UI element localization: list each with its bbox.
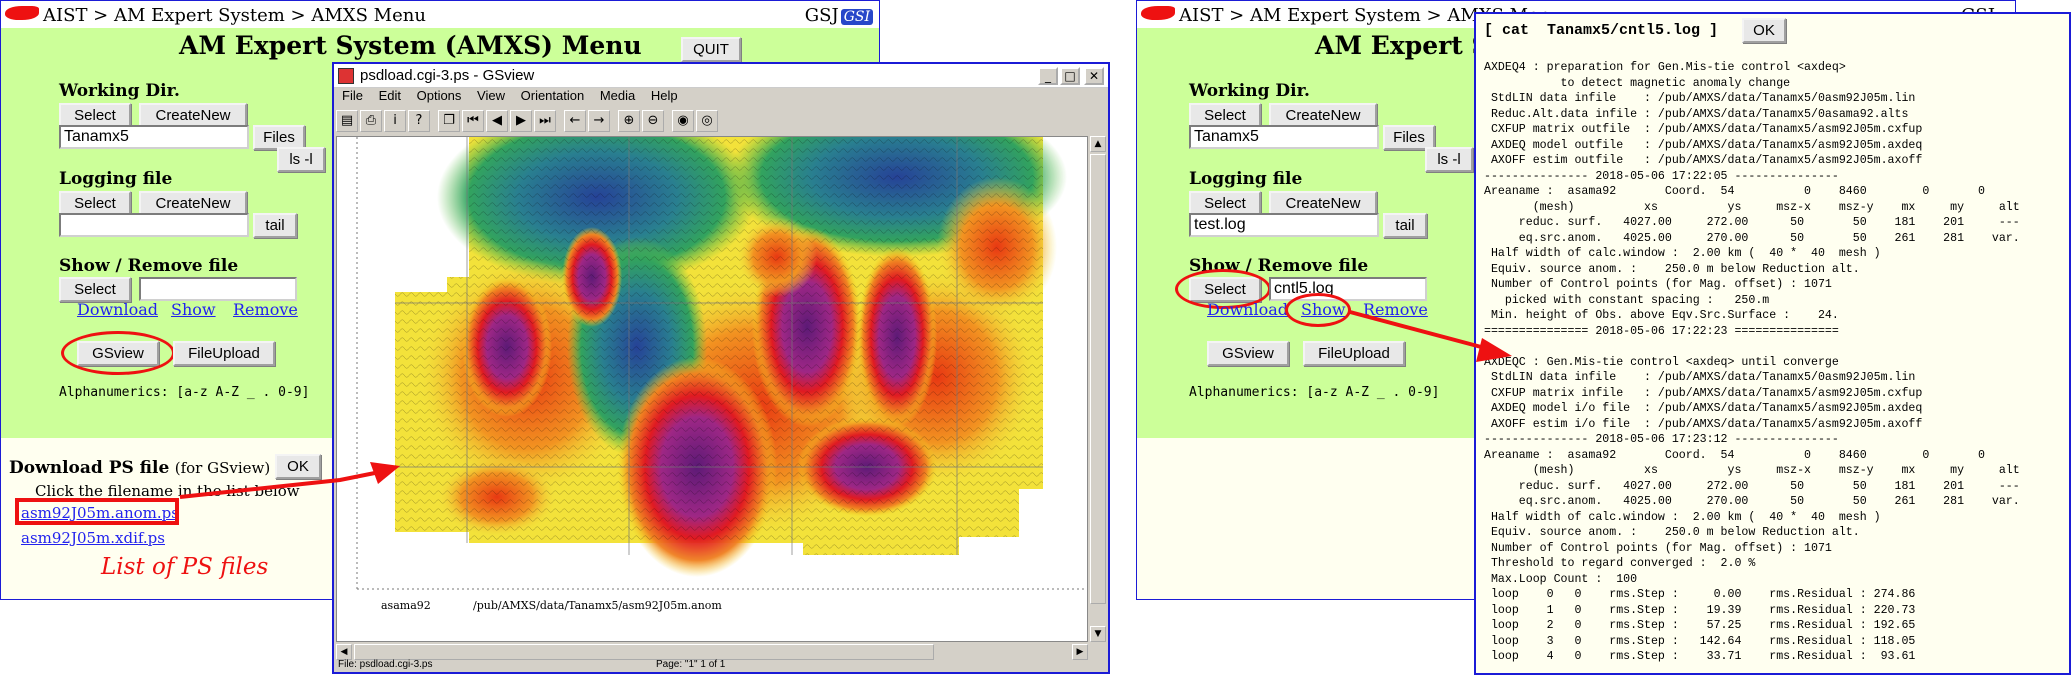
next-page-icon[interactable]: ▶ xyxy=(510,110,532,132)
list-of-ps-files-annotation: List of PS files xyxy=(101,554,269,580)
maximize-icon[interactable]: □ xyxy=(1060,67,1080,85)
gsj-brand: GSJ GSI xyxy=(805,5,873,26)
help-icon[interactable]: ? xyxy=(408,110,430,132)
menu-help[interactable]: Help xyxy=(651,88,678,103)
view-icon[interactable]: ◉ xyxy=(672,110,694,132)
gsview-button-right[interactable]: GSview xyxy=(1207,341,1289,366)
prev-page-icon[interactable]: ◀ xyxy=(486,110,508,132)
download-link[interactable]: Download xyxy=(77,300,158,319)
log-output-window: [ cat Tanamx5/cntl5.log ] OK AXDEQ4 : pr… xyxy=(1474,12,2071,675)
aist-logo-icon-right xyxy=(1141,6,1175,20)
working-dir-input[interactable]: Tanamx5 xyxy=(59,125,249,149)
menu-view[interactable]: View xyxy=(477,88,505,103)
alphanumerics-note-right: Alphanumerics: [a-z A-Z _ . 0-9] xyxy=(1189,385,1440,400)
show-remove-select-button[interactable]: Select xyxy=(59,277,131,302)
show-remove-input-right[interactable]: cntl5.log xyxy=(1269,277,1427,301)
log-text: AXDEQ4 : preparation for Gen.Mis-tie con… xyxy=(1484,61,2020,663)
log-command: [ cat Tanamx5/cntl5.log ] xyxy=(1484,22,1719,39)
back-icon[interactable]: ← xyxy=(564,110,586,132)
gsview-menubar: File Edit Options View Orientation Media… xyxy=(334,88,1108,108)
status-file: File: psdload.cgi-3.ps xyxy=(338,659,433,670)
download-ps-ok-button[interactable]: OK xyxy=(275,454,321,479)
show-highlight-ring xyxy=(1285,293,1351,327)
working-dir-input-right[interactable]: Tanamx5 xyxy=(1189,125,1379,149)
map-caption-area: asama92 xyxy=(381,599,431,612)
scroll-down-icon[interactable]: ▼ xyxy=(1090,626,1106,642)
working-dir-label-right: Working Dir. xyxy=(1189,81,1310,101)
page-title: AM Expert System (AMXS) Menu xyxy=(179,31,642,60)
last-page-icon[interactable]: ⏭ xyxy=(534,110,556,132)
fileupload-button[interactable]: FileUpload xyxy=(173,341,275,366)
gsview-titlebar: psdload.cgi-3.ps - GSview _ □ ✕ xyxy=(334,64,1108,88)
logging-file-label: Logging file xyxy=(59,169,173,189)
download-ps-title: Download PS file (for GSview) xyxy=(9,458,271,478)
info-icon[interactable]: i xyxy=(384,110,406,132)
gsview-window: psdload.cgi-3.ps - GSview _ □ ✕ File Edi… xyxy=(332,62,1110,674)
log-ok-button[interactable]: OK xyxy=(1742,18,1786,43)
vertical-scrollbar[interactable]: ▲ ▼ xyxy=(1090,136,1106,642)
menu-options[interactable]: Options xyxy=(417,88,462,103)
print-icon[interactable]: ⎙ xyxy=(360,110,382,132)
show-remove-label: Show / Remove file xyxy=(59,256,239,276)
logging-file-input[interactable] xyxy=(59,213,249,237)
fileupload-button-right[interactable]: FileUpload xyxy=(1303,341,1405,366)
ps-file-highlight-box xyxy=(15,498,179,525)
forward-icon[interactable]: → xyxy=(588,110,610,132)
download-link-right[interactable]: Download xyxy=(1207,300,1288,319)
logging-file-input-right[interactable]: test.log xyxy=(1189,213,1379,237)
copy-icon[interactable]: ❐ xyxy=(438,110,460,132)
gsview-app-icon xyxy=(338,68,354,84)
menu-file[interactable]: File xyxy=(342,88,363,103)
zoom-out-icon[interactable]: ⊖ xyxy=(642,110,664,132)
gsview-title: psdload.cgi-3.ps - GSview xyxy=(360,67,535,84)
show-link[interactable]: Show xyxy=(171,300,216,319)
ls-button[interactable]: ls -l xyxy=(277,147,325,172)
map-caption-path: /pub/AMXS/data/Tanamx5/asm92J05m.anom xyxy=(473,599,722,612)
minimize-icon[interactable]: _ xyxy=(1038,67,1058,85)
scroll-up-icon[interactable]: ▲ xyxy=(1090,136,1106,152)
show-remove-input[interactable] xyxy=(139,277,297,301)
close-icon[interactable]: ✕ xyxy=(1084,67,1104,85)
menu-orientation[interactable]: Orientation xyxy=(521,88,585,103)
first-page-icon[interactable]: ⏮ xyxy=(462,110,484,132)
ps-file-link-xdif[interactable]: asm92J05m.xdif.ps xyxy=(21,529,165,547)
remove-link-right[interactable]: Remove xyxy=(1363,300,1428,319)
zoom-in-icon[interactable]: ⊕ xyxy=(618,110,640,132)
quit-button[interactable]: QUIT xyxy=(681,37,741,62)
ls-button-right[interactable]: ls -l xyxy=(1425,147,1473,172)
remove-link[interactable]: Remove xyxy=(233,300,298,319)
postscript-viewport[interactable]: asama92 /pub/AMXS/data/Tanamx5/asm92J05m… xyxy=(336,136,1088,642)
status-page: Page: "1" 1 of 1 xyxy=(656,659,726,670)
aist-logo-icon xyxy=(5,6,39,20)
scroll-thumb[interactable] xyxy=(1090,154,1106,604)
menu-edit[interactable]: Edit xyxy=(379,88,401,103)
magnetic-anomaly-map: asama92 /pub/AMXS/data/Tanamx5/asm92J05m… xyxy=(356,137,1087,612)
menu-media[interactable]: Media xyxy=(600,88,635,103)
breadcrumb-bar: AIST > AM Expert System > AMXS Menu GSJ G… xyxy=(1,1,879,28)
gsview-statusbar: File: psdload.cgi-3.ps Page: "1" 1 of 1 xyxy=(336,658,1106,672)
working-dir-label: Working Dir. xyxy=(59,81,180,101)
tail-button[interactable]: tail xyxy=(253,213,297,238)
alphanumerics-note: Alphanumerics: [a-z A-Z _ . 0-9] xyxy=(59,385,310,400)
magnify-icon[interactable]: ◎ xyxy=(696,110,718,132)
breadcrumb: AIST > AM Expert System > AMXS Menu xyxy=(43,5,426,26)
gsi-logo-icon: GSI xyxy=(840,9,873,25)
logging-file-label-right: Logging file xyxy=(1189,169,1303,189)
gsview-highlight-ring xyxy=(61,331,175,375)
tail-button-right[interactable]: tail xyxy=(1383,213,1427,238)
gsview-toolbar: ▤ ⎙ i? ❐ ⏮ ◀ ▶ ⏭ ← → ⊕ ⊖ ◉ ◎ xyxy=(336,110,1106,134)
open-icon[interactable]: ▤ xyxy=(336,110,358,132)
